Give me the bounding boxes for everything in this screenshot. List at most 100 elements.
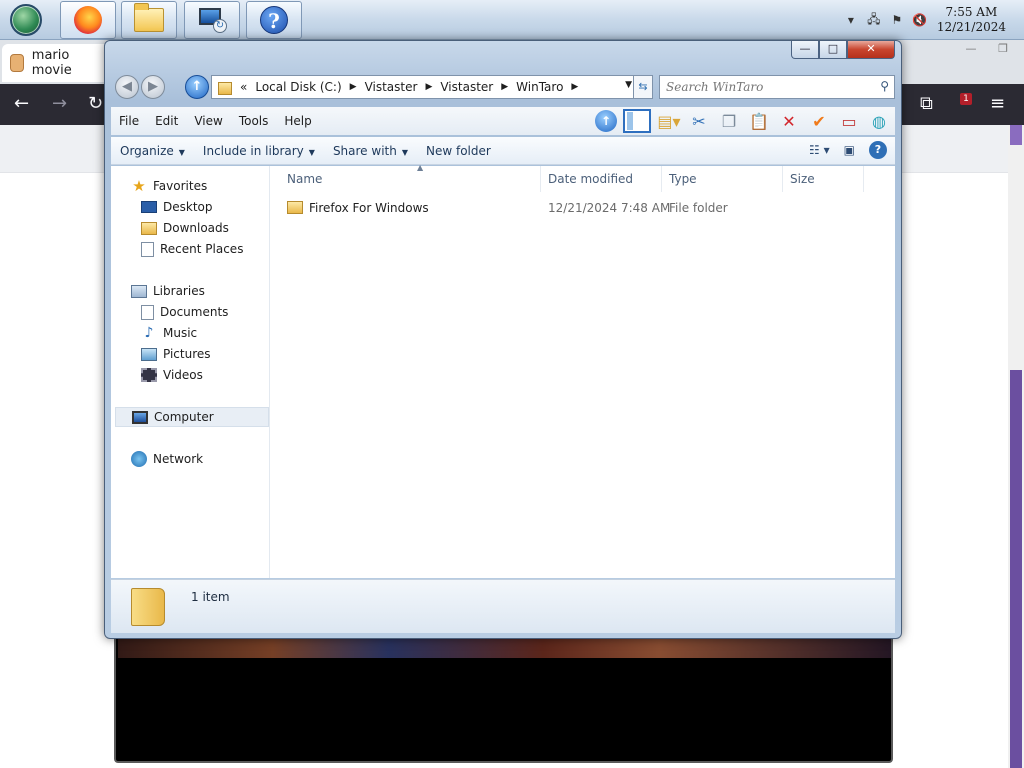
toolbar-delete-icon[interactable]: ✕: [777, 109, 801, 133]
include-in-library-button[interactable]: Include in library ▼: [194, 144, 324, 158]
address-dropdown-icon[interactable]: ▼: [625, 80, 632, 90]
network-tray-icon[interactable]: 🖧: [865, 11, 883, 29]
toolbar-paste-icon[interactable]: 📋: [747, 109, 771, 133]
nav-documents[interactable]: Documents: [141, 302, 228, 322]
extensions-icon[interactable]: ⧉: [920, 93, 933, 114]
crumb-local-disk[interactable]: Local Disk (C:): [255, 80, 341, 94]
browser-restore-icon[interactable]: ❐: [990, 42, 1016, 56]
crumb-vistaster-2[interactable]: Vistaster: [440, 80, 493, 94]
details-pane: 1 item: [111, 579, 895, 633]
nav-pictures-label: Pictures: [163, 347, 211, 361]
system-tray: ▾ 🖧 ⚑ 🔇 7:55 AM 12/21/2024: [837, 0, 1024, 40]
nav-documents-label: Documents: [160, 305, 229, 319]
file-row[interactable]: Firefox For Windows 12/21/2024 7:48 AM F…: [271, 198, 895, 218]
clock[interactable]: 7:55 AM 12/21/2024: [937, 5, 1006, 35]
toolbar-copy-icon[interactable]: ❐: [717, 109, 741, 133]
forward-icon[interactable]: →: [52, 93, 67, 114]
nav-downloads[interactable]: Downloads: [141, 218, 229, 238]
column-size[interactable]: Size: [784, 166, 864, 192]
toolbar-preview-pane-icon[interactable]: [623, 109, 651, 133]
ublock-badge[interactable]: 1: [960, 93, 972, 105]
nav-computer-label: Computer: [154, 410, 214, 424]
clock-date: 12/21/2024: [936, 20, 1006, 34]
back-button[interactable]: ◀: [115, 75, 139, 99]
address-overflow[interactable]: «: [240, 80, 247, 94]
new-folder-label: New folder: [426, 143, 491, 158]
preview-pane-icon[interactable]: ▣: [844, 143, 855, 157]
nav-music[interactable]: ♪ Music: [141, 323, 198, 343]
menu-help[interactable]: Help: [276, 114, 319, 128]
page-scrollbar[interactable]: [1008, 125, 1024, 768]
toolbar-folder-view-icon[interactable]: ▤▾: [657, 109, 681, 133]
column-date-modified[interactable]: Date modified: [542, 166, 662, 192]
video-player[interactable]: [114, 620, 893, 763]
nav-network[interactable]: Network: [131, 449, 203, 469]
browser-tab[interactable]: mario movie: [2, 44, 112, 82]
chevron-down-icon: ▼: [178, 147, 185, 157]
back-icon[interactable]: ←: [14, 93, 29, 114]
volume-muted-icon[interactable]: 🔇: [911, 11, 929, 29]
menu-edit[interactable]: Edit: [147, 114, 186, 128]
crumb-separator-icon[interactable]: ▶: [501, 82, 508, 92]
crumb-separator-icon[interactable]: ▶: [425, 82, 432, 92]
nav-recent-label: Recent Places: [160, 242, 244, 256]
close-button[interactable]: ✕: [847, 41, 895, 59]
toolbar-undo-check-icon[interactable]: ✔: [807, 109, 831, 133]
change-view-icon[interactable]: ☷ ▾: [809, 143, 830, 157]
show-hidden-icons-icon[interactable]: ▾: [842, 11, 860, 29]
menu-icon[interactable]: ≡: [990, 93, 1005, 114]
search-input[interactable]: [659, 75, 895, 99]
nav-computer[interactable]: Computer: [115, 407, 269, 427]
up-button[interactable]: ↑: [185, 75, 209, 99]
crumb-vistaster-1[interactable]: Vistaster: [365, 80, 418, 94]
downloads-icon: [141, 221, 157, 235]
nav-favorites[interactable]: ★ Favorites: [131, 176, 207, 196]
nav-favorites-label: Favorites: [153, 179, 208, 193]
chevron-down-icon: ▼: [401, 147, 408, 157]
page-scrollbar-thumb[interactable]: [1010, 370, 1022, 768]
new-folder-button[interactable]: New folder: [417, 144, 500, 158]
toolbar-properties-icon[interactable]: ▭: [837, 109, 861, 133]
menu-tools[interactable]: Tools: [231, 114, 277, 128]
window-caption-buttons: — □ ✕: [791, 41, 895, 59]
maximize-button[interactable]: □: [819, 41, 847, 59]
share-with-button[interactable]: Share with ▼: [324, 144, 417, 158]
desktop-icon: [141, 201, 157, 213]
column-name[interactable]: ▲ Name: [281, 163, 541, 192]
menu-file[interactable]: File: [111, 114, 147, 128]
forward-button[interactable]: ▶: [141, 75, 165, 99]
toolbar-globe-icon[interactable]: ◍: [867, 109, 891, 133]
crumb-wintaro[interactable]: WinTaro: [516, 80, 563, 94]
nav-videos[interactable]: Videos: [141, 365, 203, 385]
refresh-button[interactable]: ⇆: [633, 75, 653, 99]
computer-icon: [132, 410, 148, 424]
action-center-flag-icon[interactable]: ⚑: [888, 11, 906, 29]
taskbar-explorer-button[interactable]: [121, 1, 177, 39]
toolbar-up-icon[interactable]: ↑: [595, 110, 617, 132]
help-button-icon[interactable]: ?: [869, 141, 887, 159]
taskbar-remote-desktop-button[interactable]: ↻: [184, 1, 240, 39]
crumb-separator-icon[interactable]: ▶: [571, 82, 578, 92]
column-type[interactable]: Type: [663, 166, 783, 192]
nav-videos-label: Videos: [163, 368, 203, 382]
documents-icon: [141, 304, 154, 320]
crumb-separator-icon[interactable]: ▶: [350, 82, 357, 92]
toolbar-cut-icon[interactable]: ✂: [687, 109, 711, 133]
reload-icon[interactable]: ↻: [88, 93, 103, 114]
menu-view[interactable]: View: [186, 114, 230, 128]
file-list: ▲ Name Date modified Type Size Firefox Fo…: [271, 163, 895, 578]
browser-minimize-icon[interactable]: —: [958, 42, 984, 56]
music-icon: ♪: [144, 325, 154, 341]
organize-button[interactable]: Organize ▼: [111, 144, 194, 158]
explorer-window: — □ ✕ ◀ ▶ ↑ « Local Disk (C:) ▶ Vistaste…: [104, 40, 902, 639]
nav-recent-places[interactable]: Recent Places: [141, 239, 243, 259]
nav-pictures[interactable]: Pictures: [141, 344, 211, 364]
search-icon[interactable]: ⚲: [880, 79, 889, 93]
nav-desktop[interactable]: Desktop: [141, 197, 213, 217]
taskbar-firefox-button[interactable]: [60, 1, 116, 39]
minimize-button[interactable]: —: [791, 41, 819, 59]
address-bar[interactable]: « Local Disk (C:) ▶ Vistaster ▶ Vistaste…: [211, 75, 637, 99]
nav-libraries[interactable]: Libraries: [131, 281, 205, 301]
start-button[interactable]: [6, 3, 46, 37]
taskbar-help-button[interactable]: ?: [246, 1, 302, 39]
